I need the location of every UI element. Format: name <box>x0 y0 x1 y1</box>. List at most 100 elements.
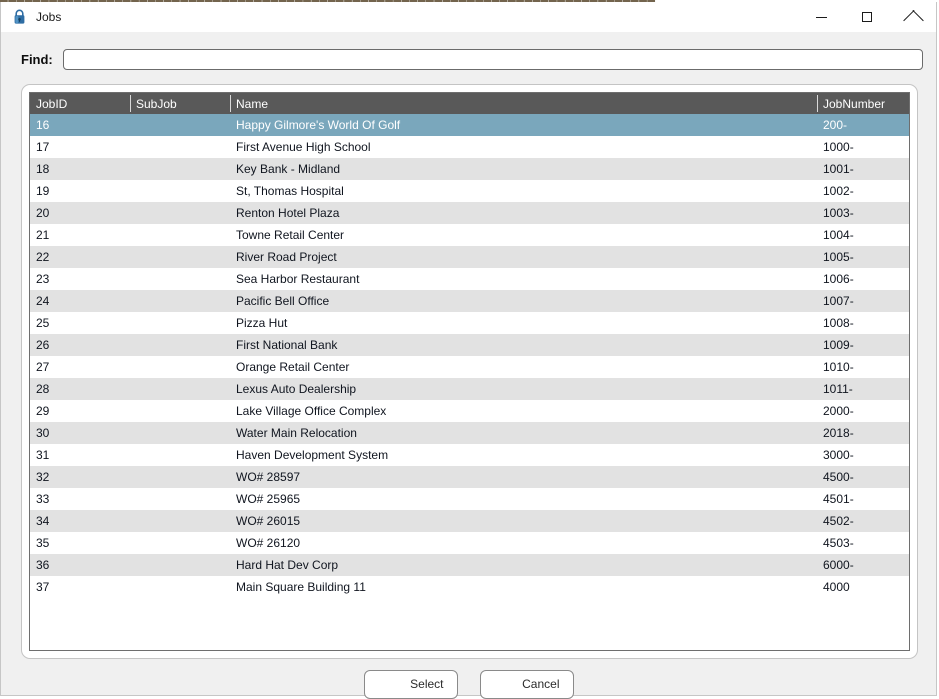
column-header-subjob[interactable]: SubJob <box>130 93 230 114</box>
cell-subjob <box>130 202 230 224</box>
cell-jobnumber: 1001- <box>817 158 909 180</box>
cell-jobnumber: 4503- <box>817 532 909 554</box>
cell-name: WO# 26120 <box>230 532 817 554</box>
cell-jobid: 20 <box>30 202 130 224</box>
cell-subjob <box>130 312 230 334</box>
cell-subjob <box>130 268 230 290</box>
table-row[interactable]: 20 Renton Hotel Plaza 1003- <box>30 202 909 224</box>
cell-jobid: 29 <box>30 400 130 422</box>
cell-jobid: 30 <box>30 422 130 444</box>
find-row: Find: <box>21 48 923 70</box>
column-header-jobid[interactable]: JobID <box>30 93 130 114</box>
table-row[interactable]: 33 WO# 25965 4501- <box>30 488 909 510</box>
cell-jobnumber: 4502- <box>817 510 909 532</box>
cell-jobid: 16 <box>30 114 130 136</box>
close-icon <box>907 11 919 23</box>
find-input[interactable] <box>62 48 923 70</box>
cancel-button[interactable]: Cancel <box>479 670 574 699</box>
cell-jobid: 32 <box>30 466 130 488</box>
cell-jobnumber: 4000 <box>817 576 909 598</box>
minimize-icon <box>815 16 827 18</box>
table-row[interactable]: 37 Main Square Building 11 4000 <box>30 576 909 598</box>
jobs-grid[interactable]: JobID SubJob Name JobNumber 16 Happy Gilm… <box>29 92 910 651</box>
cell-jobnumber: 3000- <box>817 444 909 466</box>
cell-name: Key Bank - Midland <box>230 158 817 180</box>
jobs-window: Jobs Find: JobID SubJob Name JobNumber 1… <box>0 2 937 699</box>
cell-jobnumber: 1010- <box>817 356 909 378</box>
cell-jobnumber: 4501- <box>817 488 909 510</box>
cell-subjob <box>130 356 230 378</box>
table-row[interactable]: 27 Orange Retail Center 1010- <box>30 356 909 378</box>
cell-jobid: 35 <box>30 532 130 554</box>
table-row[interactable]: 16 Happy Gilmore's World Of Golf 200- <box>30 114 909 136</box>
table-row[interactable]: 21 Towne Retail Center 1004- <box>30 224 909 246</box>
table-row[interactable]: 29 Lake Village Office Complex 2000- <box>30 400 909 422</box>
lock-icon <box>12 9 27 25</box>
cell-jobnumber: 1000- <box>817 136 909 158</box>
table-row[interactable]: 25 Pizza Hut 1008- <box>30 312 909 334</box>
cell-jobid: 24 <box>30 290 130 312</box>
maximize-button[interactable] <box>844 2 890 32</box>
table-row[interactable]: 34 WO# 26015 4502- <box>30 510 909 532</box>
table-row[interactable]: 23 Sea Harbor Restaurant 1006- <box>30 268 909 290</box>
cell-jobid: 19 <box>30 180 130 202</box>
table-row[interactable]: 22 River Road Project 1005- <box>30 246 909 268</box>
table-row[interactable]: 17 First Avenue High School 1000- <box>30 136 909 158</box>
cell-subjob <box>130 400 230 422</box>
cell-subjob <box>130 554 230 576</box>
cell-jobid: 31 <box>30 444 130 466</box>
jobs-table: JobID SubJob Name JobNumber 16 Happy Gilm… <box>30 93 909 598</box>
cell-jobnumber: 200- <box>817 114 909 136</box>
cell-name: First Avenue High School <box>230 136 817 158</box>
cell-jobnumber: 1011- <box>817 378 909 400</box>
cell-subjob <box>130 224 230 246</box>
column-header-name[interactable]: Name <box>230 93 817 114</box>
maximize-icon <box>862 12 872 22</box>
table-row[interactable]: 19 St, Thomas Hospital 1002- <box>30 180 909 202</box>
cell-name: Pacific Bell Office <box>230 290 817 312</box>
cell-subjob <box>130 246 230 268</box>
window-controls <box>798 2 936 32</box>
title-bar: Jobs <box>1 2 936 32</box>
table-row[interactable]: 30 Water Main Relocation 2018- <box>30 422 909 444</box>
cell-name: Renton Hotel Plaza <box>230 202 817 224</box>
cell-jobid: 17 <box>30 136 130 158</box>
table-row[interactable]: 18 Key Bank - Midland 1001- <box>30 158 909 180</box>
cell-name: Towne Retail Center <box>230 224 817 246</box>
table-row[interactable]: 28 Lexus Auto Dealership 1011- <box>30 378 909 400</box>
select-button[interactable]: Select <box>363 670 458 699</box>
cell-name: Orange Retail Center <box>230 356 817 378</box>
cell-jobnumber: 1004- <box>817 224 909 246</box>
cell-name: WO# 28597 <box>230 466 817 488</box>
cell-jobid: 36 <box>30 554 130 576</box>
title-bar-left: Jobs <box>1 9 798 25</box>
cell-name: River Road Project <box>230 246 817 268</box>
cell-jobnumber: 4500- <box>817 466 909 488</box>
client-area: Find: JobID SubJob Name JobNumber 16 Hap… <box>1 32 936 699</box>
cell-jobid: 21 <box>30 224 130 246</box>
cell-subjob <box>130 444 230 466</box>
table-row[interactable]: 35 WO# 26120 4503- <box>30 532 909 554</box>
cell-jobid: 37 <box>30 576 130 598</box>
table-row[interactable]: 26 First National Bank 1009- <box>30 334 909 356</box>
cell-subjob <box>130 290 230 312</box>
cell-subjob <box>130 114 230 136</box>
table-row[interactable]: 32 WO# 28597 4500- <box>30 466 909 488</box>
cell-name: Sea Harbor Restaurant <box>230 268 817 290</box>
minimize-button[interactable] <box>798 2 844 32</box>
table-row[interactable]: 24 Pacific Bell Office 1007- <box>30 290 909 312</box>
table-row[interactable]: 36 Hard Hat Dev Corp 6000- <box>30 554 909 576</box>
close-button[interactable] <box>890 2 936 32</box>
column-header-jobnumber[interactable]: JobNumber <box>817 93 909 114</box>
cell-name: Hard Hat Dev Corp <box>230 554 817 576</box>
cell-subjob <box>130 576 230 598</box>
cell-jobnumber: 2000- <box>817 400 909 422</box>
cell-subjob <box>130 466 230 488</box>
cell-subjob <box>130 158 230 180</box>
cell-subjob <box>130 422 230 444</box>
cell-name: Lexus Auto Dealership <box>230 378 817 400</box>
cell-name: WO# 25965 <box>230 488 817 510</box>
cell-jobnumber: 6000- <box>817 554 909 576</box>
table-row[interactable]: 31 Haven Development System 3000- <box>30 444 909 466</box>
cell-name: St, Thomas Hospital <box>230 180 817 202</box>
